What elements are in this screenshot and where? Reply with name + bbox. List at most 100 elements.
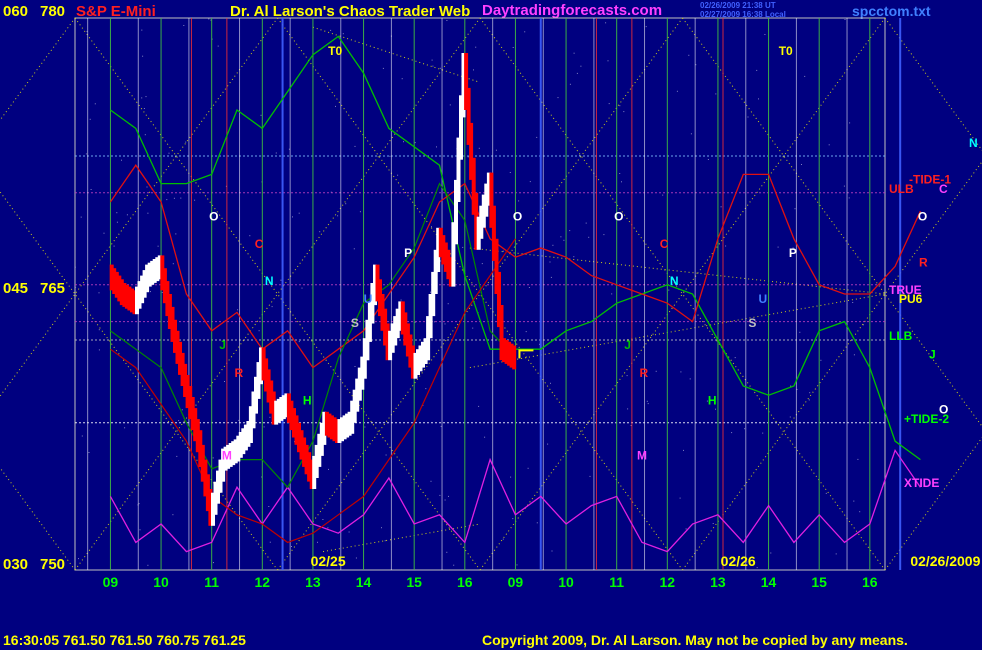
background-dot bbox=[80, 216, 82, 218]
background-dot bbox=[444, 499, 446, 501]
background-dot bbox=[623, 111, 625, 113]
background-dot bbox=[725, 245, 727, 247]
annotation-u: U bbox=[758, 292, 767, 306]
background-dot bbox=[385, 454, 387, 456]
background-dot bbox=[436, 146, 437, 148]
background-dot bbox=[353, 248, 355, 250]
background-dot bbox=[301, 287, 303, 289]
background-dot bbox=[116, 212, 118, 214]
right-label: +TIDE-2 bbox=[904, 412, 949, 426]
background-dot bbox=[502, 250, 504, 252]
background-dot bbox=[147, 212, 149, 214]
background-dot bbox=[758, 98, 759, 100]
grid-diagonal-up bbox=[0, 17, 76, 122]
background-dot bbox=[478, 147, 480, 149]
background-dot bbox=[94, 103, 96, 105]
background-dot bbox=[857, 458, 859, 460]
background-dot bbox=[440, 260, 442, 262]
background-dot bbox=[439, 67, 441, 69]
background-dot bbox=[844, 19, 846, 20]
right-label: J bbox=[929, 347, 936, 361]
background-dot bbox=[683, 449, 684, 451]
background-dot bbox=[448, 495, 449, 497]
background-dot bbox=[175, 233, 177, 235]
background-dot bbox=[647, 403, 649, 405]
annotation-u: U bbox=[364, 292, 373, 306]
annotation-t0: T0 bbox=[779, 44, 793, 58]
background-dot bbox=[762, 432, 764, 434]
background-dot bbox=[212, 457, 214, 459]
background-dot bbox=[712, 523, 714, 524]
background-dot bbox=[298, 212, 300, 214]
background-dot bbox=[430, 291, 431, 293]
background-dot bbox=[258, 330, 260, 332]
background-dot bbox=[529, 181, 531, 183]
background-dot bbox=[260, 114, 262, 116]
annotation-o: O bbox=[918, 209, 927, 223]
background-dot bbox=[512, 518, 514, 520]
annotation-h: H bbox=[708, 393, 717, 407]
background-dot bbox=[146, 186, 148, 188]
background-dot bbox=[789, 416, 791, 418]
x-tick-label: 11 bbox=[204, 574, 219, 590]
background-dot bbox=[473, 69, 474, 71]
background-dot bbox=[573, 52, 575, 54]
background-dot bbox=[444, 323, 446, 325]
date-label: 02/25 bbox=[311, 553, 346, 569]
background-dot bbox=[560, 236, 562, 238]
background-dot bbox=[747, 116, 749, 118]
background-dot bbox=[690, 133, 692, 135]
background-dot bbox=[397, 174, 399, 176]
background-dot bbox=[472, 327, 474, 329]
background-dot bbox=[89, 118, 91, 120]
background-dot bbox=[161, 292, 163, 293]
right-label: XTIDE bbox=[904, 476, 939, 490]
background-dot bbox=[208, 18, 210, 20]
background-dot bbox=[98, 292, 100, 294]
background-dot bbox=[317, 541, 318, 543]
chart-window: { "header": { "symbol": "S&P E-Mini", "t… bbox=[0, 0, 982, 650]
date-label: 02/26 bbox=[721, 553, 756, 569]
background-dot bbox=[680, 371, 682, 373]
background-dot bbox=[157, 245, 159, 247]
background-dot bbox=[462, 246, 464, 248]
background-dot bbox=[126, 214, 128, 216]
background-dot bbox=[139, 529, 141, 531]
background-dot bbox=[166, 199, 168, 201]
background-dot bbox=[401, 78, 403, 80]
annotation-r: R bbox=[234, 366, 243, 380]
background-dot bbox=[852, 302, 854, 303]
background-dot bbox=[280, 279, 282, 281]
background-dot bbox=[425, 388, 427, 390]
background-dot bbox=[552, 244, 554, 246]
price-bar bbox=[512, 345, 517, 370]
background-dot bbox=[576, 72, 578, 74]
background-dot bbox=[516, 564, 518, 566]
x-tick-label: 11 bbox=[609, 574, 624, 590]
background-dot bbox=[269, 541, 271, 543]
annotation-o: O bbox=[209, 209, 218, 223]
background-dot bbox=[453, 564, 455, 566]
background-dot bbox=[446, 20, 448, 21]
background-dot bbox=[263, 426, 265, 428]
background-dot bbox=[655, 370, 657, 372]
right-label: C bbox=[939, 182, 948, 196]
annotation-j: J bbox=[624, 338, 631, 352]
background-dot bbox=[269, 416, 271, 418]
background-dot bbox=[809, 392, 811, 394]
background-dot bbox=[213, 562, 214, 564]
background-dot bbox=[536, 136, 538, 138]
x-tick-label: 13 bbox=[710, 574, 726, 590]
background-dot bbox=[825, 492, 827, 494]
background-dot bbox=[249, 235, 251, 237]
background-dot bbox=[580, 65, 582, 67]
background-dot bbox=[414, 142, 416, 144]
annotation-m: M bbox=[637, 449, 647, 463]
annotation-s: S bbox=[748, 316, 756, 330]
background-dot bbox=[172, 514, 174, 516]
background-dot bbox=[337, 215, 339, 217]
background-dot bbox=[359, 211, 361, 213]
background-dot bbox=[550, 276, 552, 278]
date-label: 02/26/2009 bbox=[910, 553, 980, 569]
annotation-n: N bbox=[670, 274, 679, 288]
